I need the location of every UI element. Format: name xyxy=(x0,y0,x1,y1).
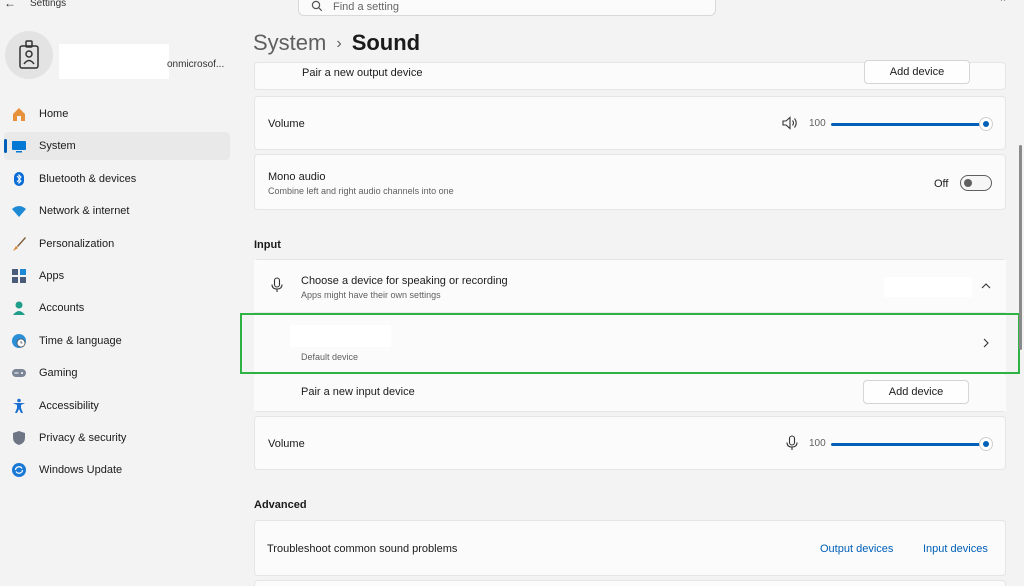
search-input[interactable]: Find a setting xyxy=(298,0,716,16)
pair-input-label: Pair a new input device xyxy=(301,386,415,398)
search-placeholder: Find a setting xyxy=(333,1,400,13)
pair-output-label: Pair a new output device xyxy=(302,67,423,79)
sidebar-item-label: Time & language xyxy=(39,334,122,347)
pair-input-row: Pair a new input device Add device xyxy=(254,375,1006,411)
sidebar-item-gaming[interactable]: Gaming xyxy=(4,359,230,387)
toggle-knob xyxy=(964,179,972,187)
user-name-redacted xyxy=(59,44,169,79)
sidebar-item-bluetooth[interactable]: Bluetooth & devices xyxy=(4,165,230,193)
sidebar-item-label: Windows Update xyxy=(39,464,123,477)
output-volume-thumb[interactable] xyxy=(979,117,993,131)
app-title: Settings xyxy=(30,0,67,9)
brush-icon xyxy=(10,235,28,253)
choose-input-label: Choose a device for speaking or recordin… xyxy=(301,275,508,287)
sidebar-item-label: Bluetooth & devices xyxy=(39,172,137,185)
input-volume-value: 100 xyxy=(809,438,826,449)
person-icon xyxy=(10,299,28,317)
sidebar-item-label: System xyxy=(39,140,76,153)
sidebar-item-apps[interactable]: Apps xyxy=(4,262,230,290)
bluetooth-icon xyxy=(10,170,28,188)
sidebar-item-network[interactable]: Network & internet xyxy=(4,197,230,225)
add-input-device-button[interactable]: Add device xyxy=(863,380,969,404)
sidebar-item-home[interactable]: Home xyxy=(4,100,230,128)
back-arrow-icon[interactable]: ← xyxy=(4,0,16,10)
sidebar-item-windows-update[interactable]: Windows Update xyxy=(4,456,230,484)
mono-audio-toggle[interactable] xyxy=(960,175,992,191)
input-volume-slider[interactable] xyxy=(831,443,983,446)
highlight-box xyxy=(240,313,1020,374)
input-volume-thumb[interactable] xyxy=(979,437,993,451)
input-devices-link[interactable]: Input devices xyxy=(923,543,988,555)
globe-clock-icon xyxy=(10,332,28,350)
sidebar-item-label: Accounts xyxy=(39,302,85,315)
sidebar-item-label: Home xyxy=(39,108,69,120)
next-row xyxy=(254,580,1006,586)
sidebar-item-accounts[interactable]: Accounts xyxy=(4,294,230,322)
page-title: Sound xyxy=(351,30,421,55)
mono-audio-row: Mono audio Combine left and right audio … xyxy=(254,154,1006,210)
advanced-heading: Advanced xyxy=(254,499,307,511)
search-icon xyxy=(311,0,323,12)
accessibility-icon xyxy=(10,397,28,415)
sidebar-item-label: Network & internet xyxy=(39,205,130,218)
input-volume-row: Volume 100 xyxy=(254,416,1006,470)
update-icon xyxy=(10,461,28,479)
sidebar-item-time-language[interactable]: Time & language xyxy=(4,327,230,355)
sidebar-item-label: Accessibility xyxy=(39,399,99,412)
troubleshoot-row: Troubleshoot common sound problems Outpu… xyxy=(254,520,1006,576)
person-badge-icon xyxy=(19,40,39,69)
breadcrumb-system[interactable]: System xyxy=(253,30,326,55)
home-icon xyxy=(10,105,28,123)
choose-input-device-row[interactable]: Choose a device for speaking or recordin… xyxy=(254,260,1006,313)
chevron-up-icon[interactable] xyxy=(981,282,991,289)
shield-icon xyxy=(10,429,28,447)
sidebar-item-accessibility[interactable]: Accessibility xyxy=(4,392,230,420)
output-volume-slider[interactable] xyxy=(831,123,983,126)
sidebar-item-label: Apps xyxy=(39,269,65,282)
choose-input-description: Apps might have their own settings xyxy=(301,290,441,300)
mono-audio-description: Combine left and right audio channels in… xyxy=(268,186,454,196)
microphone-icon xyxy=(271,277,283,292)
mono-audio-state: Off xyxy=(934,178,949,190)
scrollbar[interactable] xyxy=(1019,145,1022,350)
breadcrumb: System › Sound xyxy=(253,30,420,56)
output-volume-value: 100 xyxy=(809,118,826,129)
sidebar-item-personalization[interactable]: Personalization xyxy=(4,230,230,258)
breadcrumb-separator: › xyxy=(336,35,342,52)
microphone-icon[interactable] xyxy=(786,435,798,451)
pair-output-row: Pair a new output device Add device xyxy=(254,60,1006,90)
speaker-icon[interactable] xyxy=(782,116,800,130)
sidebar-item-privacy-security[interactable]: Privacy & security xyxy=(4,424,230,452)
output-devices-link[interactable]: Output devices xyxy=(820,543,893,555)
wifi-icon xyxy=(10,202,28,220)
sidebar-item-label: Gaming xyxy=(39,367,78,380)
selected-input-device-redacted xyxy=(884,277,972,297)
user-email: onmicrosof... xyxy=(167,59,225,70)
sidebar-item-label: Privacy & security xyxy=(39,431,127,444)
input-volume-label: Volume xyxy=(268,438,305,450)
add-output-device-button[interactable]: Add device xyxy=(864,60,970,84)
output-volume-row: Volume 100 xyxy=(254,96,1006,150)
system-icon xyxy=(10,137,28,155)
apps-icon xyxy=(10,267,28,285)
input-heading: Input xyxy=(254,239,281,251)
sidebar-nav: Home System Bluetooth & devices Network … xyxy=(4,100,230,489)
mono-audio-label: Mono audio xyxy=(268,171,326,183)
output-volume-label: Volume xyxy=(268,118,305,130)
troubleshoot-label: Troubleshoot common sound problems xyxy=(267,543,458,555)
sidebar-item-system[interactable]: System xyxy=(4,132,230,161)
close-icon[interactable]: × xyxy=(1000,0,1006,5)
minimize-icon[interactable]: – xyxy=(962,0,968,5)
sidebar-item-label: Personalization xyxy=(39,237,115,250)
gamepad-icon xyxy=(10,364,28,382)
avatar[interactable] xyxy=(5,31,53,79)
